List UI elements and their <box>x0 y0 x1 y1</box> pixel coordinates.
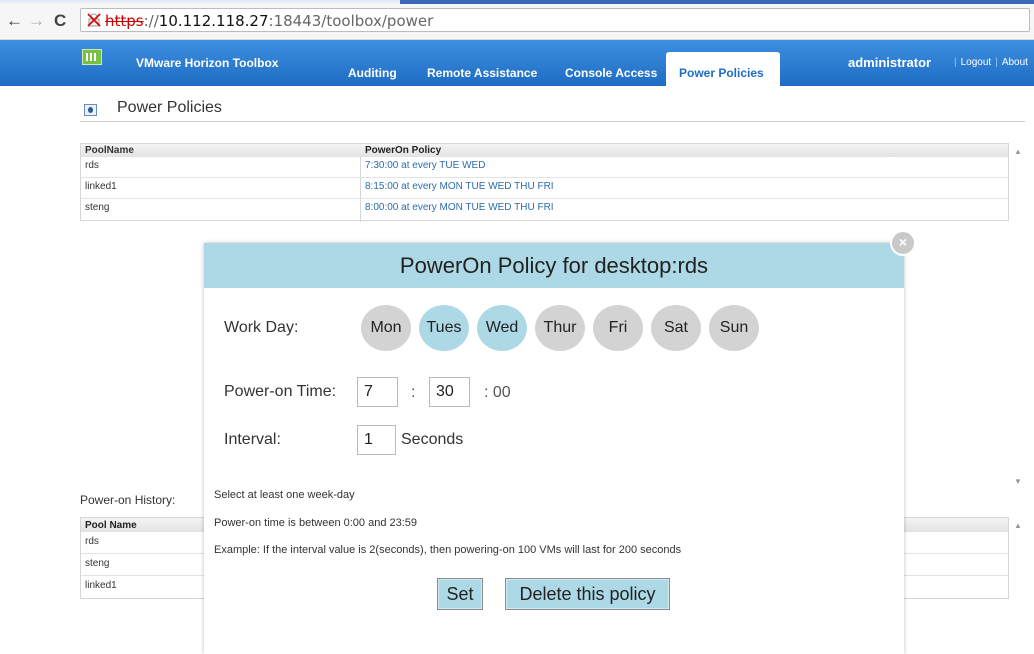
table-row[interactable]: linked1 8:15:00 at every MON TUE WED THU… <box>81 178 1008 199</box>
scroll-up-icon[interactable]: ▲ <box>1014 521 1022 530</box>
page-title: Power Policies <box>117 99 222 116</box>
workday-label: Work Day: <box>224 319 299 336</box>
time-colon: : <box>411 384 416 401</box>
hour-input[interactable]: 7 <box>357 377 398 407</box>
menu-remote-assistance[interactable]: Remote Assistance <box>427 66 537 80</box>
delete-policy-button[interactable]: Delete this policy <box>505 578 670 610</box>
interval-unit: Seconds <box>401 431 464 448</box>
hint-time-range: Power-on time is between 0:00 and 23:59 <box>214 517 418 529</box>
app-header: VMware Horizon Toolbox Auditing Remote A… <box>0 40 1034 86</box>
menu-power-policies-label: Power Policies <box>679 66 764 80</box>
active-tab-edge <box>400 0 1034 4</box>
reload-icon[interactable]: C <box>54 12 66 30</box>
seconds-suffix: : 00 <box>484 384 511 401</box>
url-host: 10.112.118.27 <box>158 12 269 30</box>
poweron-time-label: Power-on Time: <box>224 383 337 400</box>
interval-input[interactable]: 1 <box>357 425 396 455</box>
title-divider <box>80 121 1025 122</box>
table-row[interactable]: steng 8:00:00 at every MON TUE WED THU F… <box>81 199 1008 220</box>
browser-toolbar: ← → C https://10.112.118.27:18443/toolbo… <box>0 0 1034 40</box>
day-toggle-sun[interactable]: Sun <box>709 305 759 351</box>
policy-link[interactable]: 8:15:00 at every MON TUE WED THU FRI <box>365 181 554 192</box>
day-toggle-fri[interactable]: Fri <box>593 305 643 351</box>
url-scheme: https <box>105 12 144 30</box>
day-toggle-sat[interactable]: Sat <box>651 305 701 351</box>
url-separator: :// <box>143 12 159 30</box>
pool-name-cell: linked1 <box>85 181 117 192</box>
header-poolname[interactable]: PoolName <box>85 145 134 156</box>
pool-name-cell: steng <box>85 558 110 569</box>
insecure-lock-icon <box>87 13 101 27</box>
policies-table: PoolName PowerOn Policy rds 7:30:00 at e… <box>80 143 1009 222</box>
policy-link[interactable]: 7:30:00 at every TUE WED <box>365 160 485 171</box>
separator: | <box>954 57 957 68</box>
close-icon[interactable]: × <box>890 230 916 256</box>
forward-arrow-icon[interactable]: → <box>28 12 45 30</box>
day-toggle-wed[interactable]: Wed <box>477 305 527 351</box>
dialog-header: PowerOn Policy for desktop:rds <box>204 243 904 288</box>
url-path: :18443/toolbox/power <box>268 12 434 30</box>
day-toggle-mon[interactable]: Mon <box>361 305 411 351</box>
user-links: | Logout | About <box>950 57 1028 68</box>
history-label: Power-on History: <box>80 493 176 507</box>
about-link[interactable]: About <box>1002 57 1028 68</box>
menu-console-access[interactable]: Console Access <box>565 66 657 80</box>
set-button[interactable]: Set <box>437 578 483 610</box>
minute-input[interactable]: 30 <box>429 377 470 407</box>
toolbox-logo-icon <box>82 49 102 65</box>
scroll-up-icon[interactable]: ▲ <box>1014 147 1022 156</box>
table-row[interactable]: rds 7:30:00 at every TUE WED <box>81 157 1008 178</box>
pool-name-cell: steng <box>85 202 110 213</box>
header-poweron-policy[interactable]: PowerOn Policy <box>365 145 441 156</box>
scroll-down-icon[interactable]: ▼ <box>1014 477 1022 486</box>
pool-name-cell: rds <box>85 536 99 547</box>
separator: | <box>995 57 998 68</box>
policy-link[interactable]: 8:00:00 at every MON TUE WED THU FRI <box>365 202 554 213</box>
hint-interval-example: Example: If the interval value is 2(seco… <box>214 544 682 556</box>
pool-name-cell: rds <box>85 160 99 171</box>
menu-power-policies[interactable]: Power Policies <box>666 52 780 86</box>
pool-name-cell: linked1 <box>85 580 117 591</box>
username: administrator <box>848 55 932 70</box>
dialog-title: PowerOn Policy for desktop:rds <box>399 253 709 278</box>
address-bar[interactable]: https://10.112.118.27:18443/toolbox/powe… <box>80 8 1030 32</box>
policies-scrollbar[interactable]: ▲ ▼ <box>1011 143 1025 493</box>
history-scrollbar[interactable]: ▲ <box>1011 517 1025 607</box>
day-toggle-tues[interactable]: Tues <box>419 305 469 351</box>
logout-link[interactable]: Logout <box>961 57 992 68</box>
table-header: PoolName PowerOn Policy <box>81 144 1008 157</box>
day-toggle-thur[interactable]: Thur <box>535 305 585 351</box>
interval-label: Interval: <box>224 431 281 448</box>
back-arrow-icon[interactable]: ← <box>6 12 23 30</box>
hint-weekday: Select at least one week-day <box>214 489 355 501</box>
app-brand: VMware Horizon Toolbox <box>136 56 279 70</box>
info-icon <box>84 104 97 116</box>
header-pool-name[interactable]: Pool Name <box>85 520 137 531</box>
url-text: https://10.112.118.27:18443/toolbox/powe… <box>105 12 433 30</box>
menu-auditing[interactable]: Auditing <box>348 66 397 80</box>
